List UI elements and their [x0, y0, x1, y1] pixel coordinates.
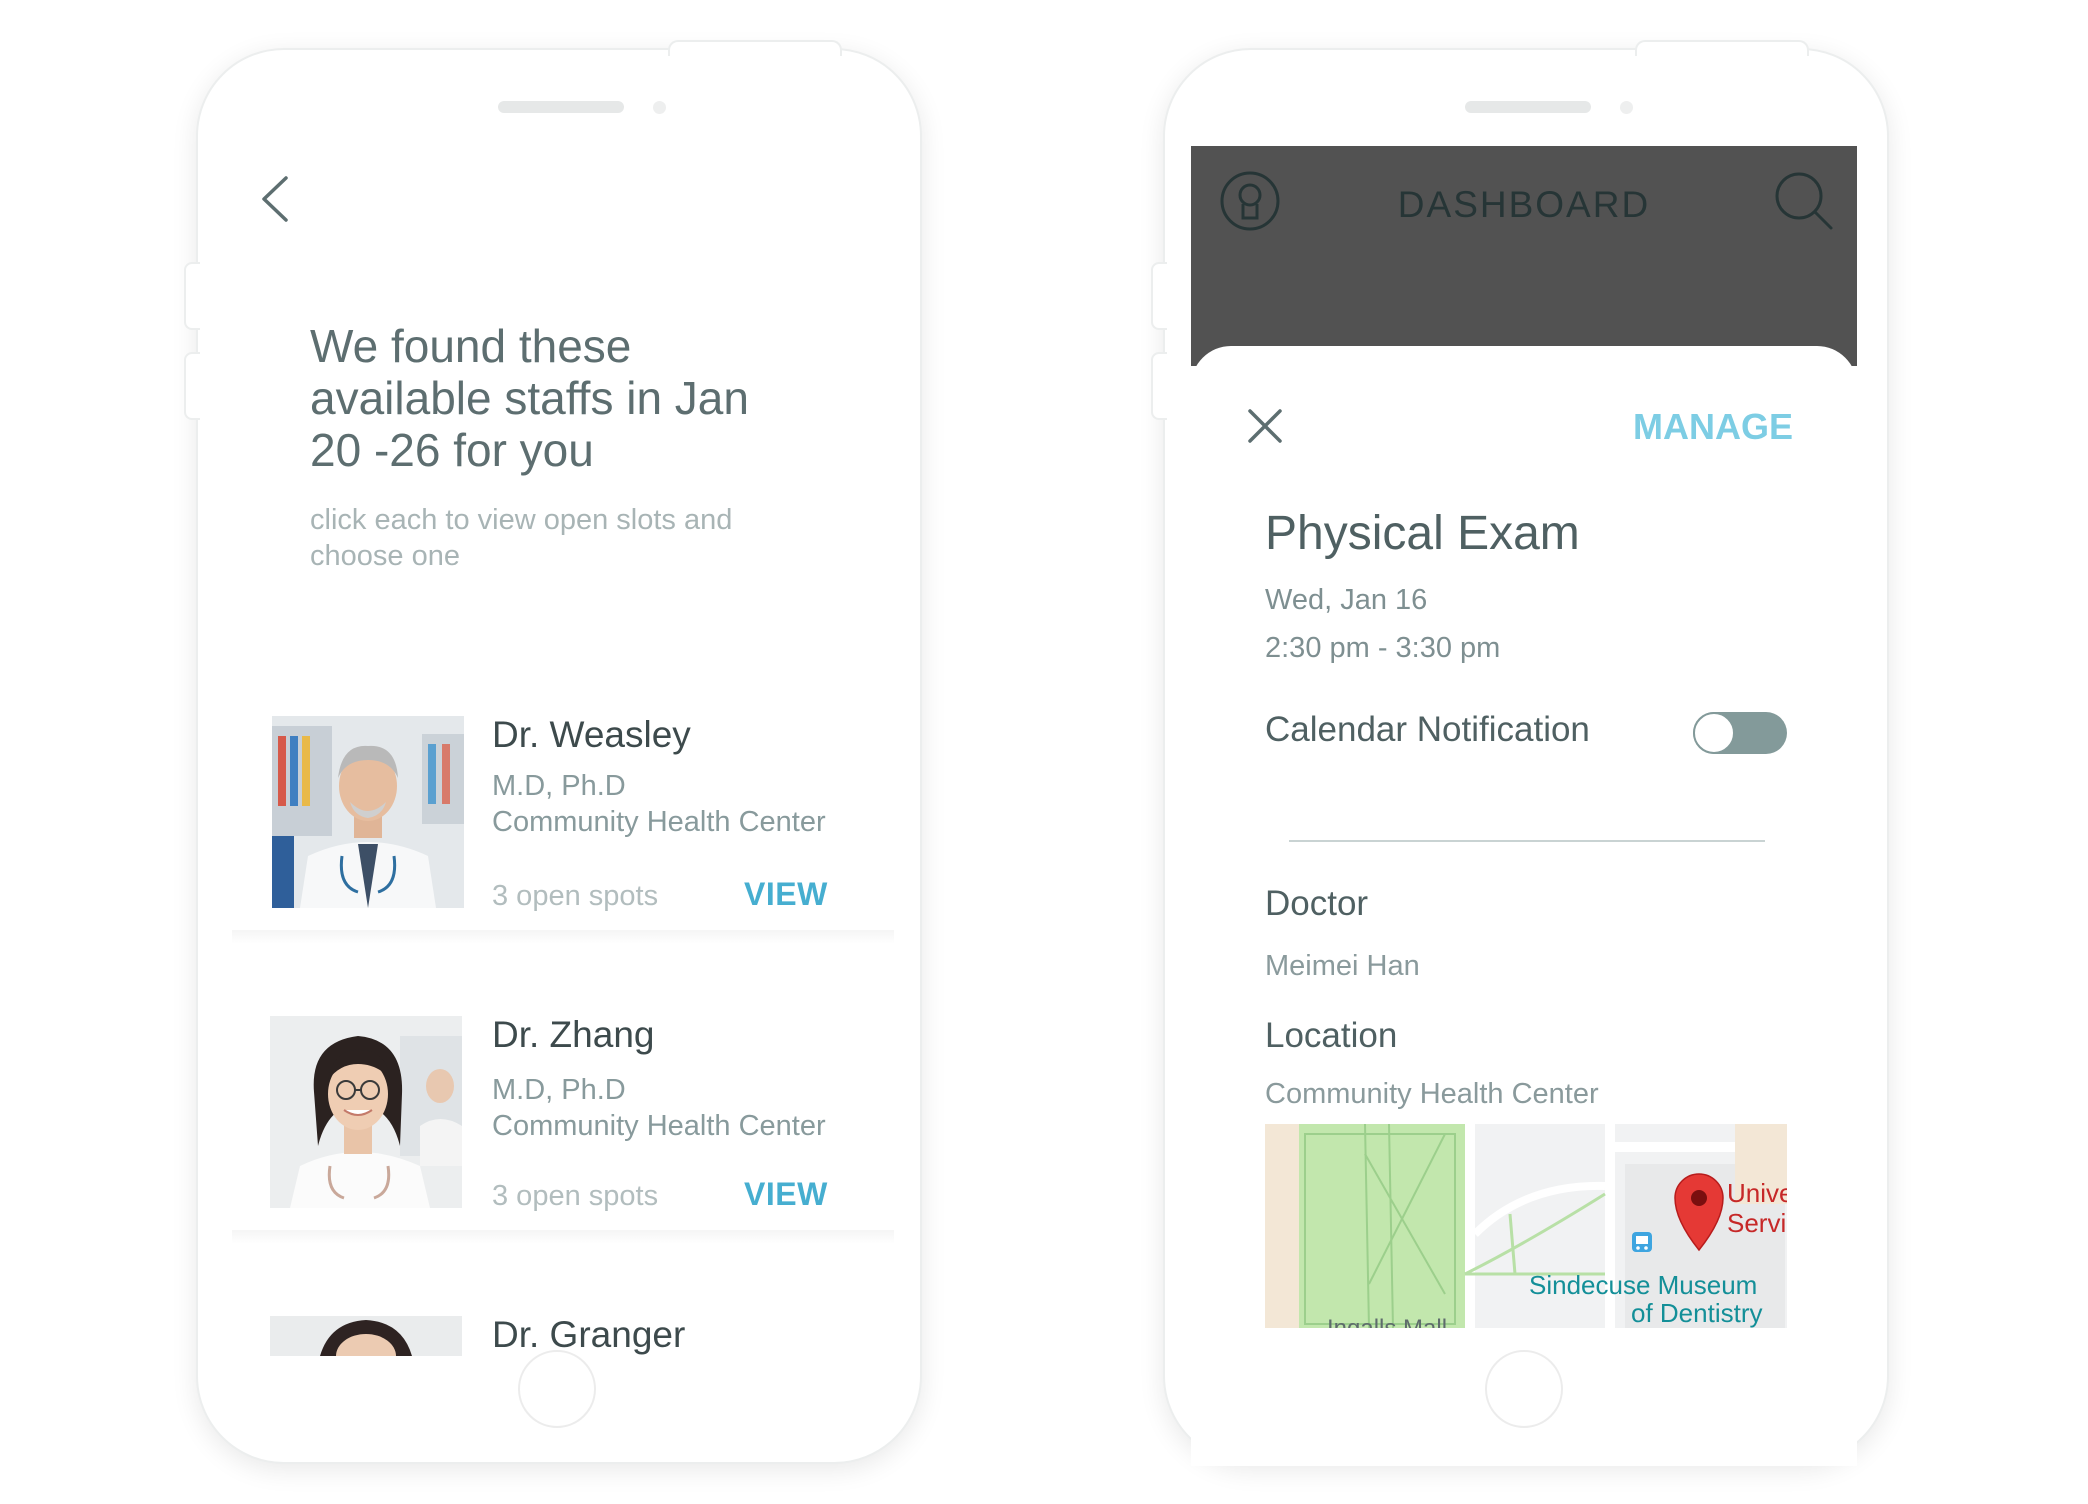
event-time: 2:30 pm - 3:30 pm — [1265, 632, 1501, 664]
map-label: Sindecuse Museum — [1529, 1270, 1757, 1300]
manage-button[interactable]: MANAGE — [1633, 406, 1793, 448]
toggle-knob — [1693, 712, 1735, 754]
doctor-card[interactable]: Dr. Zhang M.D, Ph.D Community Health Cen… — [232, 996, 894, 1244]
home-button[interactable] — [1485, 1350, 1563, 1428]
doctor-value: Meimei Han — [1265, 950, 1420, 982]
divider — [1289, 840, 1765, 842]
notification-label: Calendar Notification — [1265, 710, 1590, 749]
map-label: of Dentistry — [1631, 1298, 1763, 1328]
phone-volume-up — [184, 262, 200, 330]
location-value: Community Health Center — [1265, 1078, 1599, 1110]
doctor-photo — [270, 1016, 462, 1208]
phone-left: We found these available staffs in Jan 2… — [184, 40, 922, 1464]
search-button[interactable] — [1773, 170, 1835, 232]
doctor-name: Dr. Zhang — [492, 1014, 655, 1055]
view-button[interactable]: VIEW — [744, 1176, 828, 1213]
map-label: Unive — [1727, 1178, 1787, 1208]
page-headline: We found these available staffs in Jan 2… — [310, 320, 749, 476]
open-spots: 3 open spots — [492, 1180, 659, 1212]
phone-speaker — [498, 101, 624, 113]
doctor-card[interactable]: Dr. Granger — [232, 1296, 894, 1356]
home-button[interactable] — [518, 1350, 596, 1428]
phone-speaker — [1465, 101, 1591, 113]
dashboard-title: DASHBOARD — [1397, 184, 1651, 225]
doctor-label: Doctor — [1265, 884, 1369, 923]
doctor-center: Community Health Center — [492, 806, 826, 838]
back-button[interactable] — [256, 174, 296, 224]
phone-top-button — [668, 40, 842, 56]
search-icon — [1775, 172, 1833, 230]
close-icon — [1248, 409, 1282, 443]
phone-volume-down — [1151, 352, 1167, 420]
doctor-photo — [270, 1316, 462, 1356]
open-spots: 3 open spots — [492, 880, 659, 912]
doctor-name: Dr. Granger — [492, 1314, 686, 1355]
event-date: Wed, Jan 16 — [1265, 584, 1428, 616]
phone-camera — [653, 101, 666, 114]
doctor-credentials: M.D, Ph.D — [492, 770, 626, 802]
view-button[interactable]: VIEW — [744, 876, 828, 913]
doctor-center: Community Health Center — [492, 1110, 826, 1142]
notification-toggle[interactable] — [1693, 712, 1787, 754]
appointment-sheet: MANAGE Physical Exam Wed, Jan 16 2:30 pm… — [1191, 346, 1857, 1466]
doctor-credentials: M.D, Ph.D — [492, 1074, 626, 1106]
phone-top-button — [1635, 40, 1809, 56]
phone-right: DASHBOARD MANAGE Physical Exam Wed, Jan … — [1151, 40, 1889, 1466]
phone-volume-up — [1151, 262, 1167, 330]
location-map[interactable]: Unive Servi Sindecuse Museum of Dentistr… — [1265, 1124, 1787, 1328]
dashboard-header: DASHBOARD — [1191, 146, 1857, 366]
page-subline: click each to view open slots and choose… — [310, 504, 733, 572]
phone-volume-down — [184, 352, 200, 420]
location-label: Location — [1265, 1016, 1398, 1055]
doctor-photo — [272, 716, 464, 908]
map-label: Servi — [1727, 1208, 1786, 1238]
bus-stop-icon — [1632, 1232, 1652, 1252]
doctor-name: Dr. Weasley — [492, 714, 691, 755]
doctor-card[interactable]: Dr. Weasley M.D, Ph.D Community Health C… — [232, 696, 894, 944]
map-label: Ingalls Mall — [1327, 1315, 1447, 1328]
phone-camera — [1620, 101, 1633, 114]
event-title: Physical Exam — [1265, 507, 1580, 560]
back-chevron-icon — [262, 176, 288, 222]
close-button[interactable] — [1247, 408, 1283, 444]
